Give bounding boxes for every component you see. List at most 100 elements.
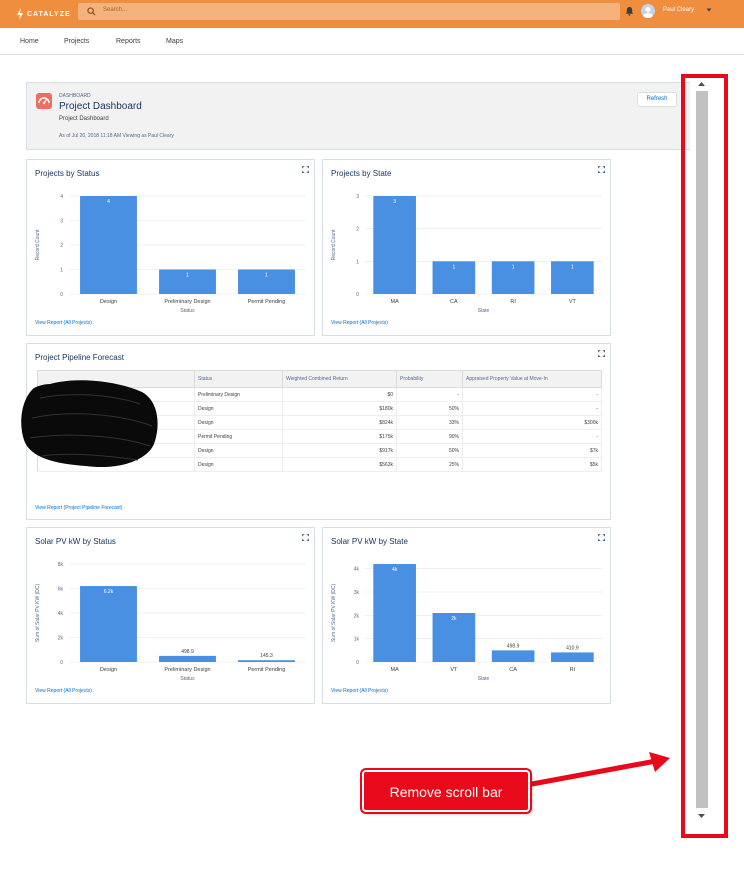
y-tick-label: 0 (356, 660, 359, 666)
y-tick-label: 6k (58, 587, 64, 593)
x-tick-label: CA (450, 299, 458, 305)
bell-icon[interactable] (625, 6, 634, 16)
annotation-callout: Remove scroll bar (362, 770, 530, 812)
page-title: Project Dashboard (59, 101, 142, 112)
x-tick-label: MA (391, 667, 400, 673)
dashboard-kicker: DASHBOARD (59, 93, 91, 99)
table-cell: Design (194, 415, 283, 430)
bar (80, 196, 137, 294)
card-projects-by-state: Projects by State 0 1 2 3 Record Count 3 MA 1 CA… (322, 159, 611, 336)
data-label: 1 (452, 264, 455, 270)
x-tick-label: RI (510, 299, 516, 305)
data-label: 2k (451, 616, 457, 622)
card-solar-by-status: Solar PV kW by Status 0 2k 4k 6k 8k Sum of So… (26, 527, 315, 704)
data-label: 1 (512, 264, 515, 270)
nav-bar: Home Projects Reports Maps (0, 28, 744, 55)
search-icon (87, 7, 96, 16)
bar (551, 652, 594, 662)
y-axis-label: Record Count (35, 229, 41, 260)
y-tick-label: 3k (354, 590, 360, 596)
data-label: 410.9 (566, 645, 579, 651)
scrollbar-highlight-box (681, 74, 728, 838)
user-name[interactable]: Paul Cleary (663, 7, 694, 13)
view-report-link[interactable]: View Report (All Projects) (35, 688, 92, 694)
user-avatar[interactable] (641, 4, 655, 18)
data-label: 1 (571, 264, 574, 270)
table-cell: $0 (282, 387, 397, 402)
expand-icon[interactable] (302, 166, 309, 173)
table-cell: Design (194, 443, 283, 458)
x-tick-label: Permit Pending (248, 299, 286, 305)
table-cell: $180k (282, 401, 397, 416)
y-tick-label: 0 (356, 292, 359, 298)
bar (80, 586, 137, 662)
table-cell: Design (194, 401, 283, 416)
y-tick-label: 3 (356, 194, 359, 200)
bar (159, 655, 216, 662)
view-report-link[interactable]: View Report (Project Pipeline Forecast) (35, 505, 122, 511)
y-tick-label: 2k (58, 636, 64, 642)
dashboard-icon (36, 93, 52, 109)
table-cell: Permit Pending (194, 429, 283, 444)
nav-home[interactable]: Home (20, 38, 39, 45)
x-tick-label: MA (391, 299, 400, 305)
column-header[interactable]: Weighted Combined Return (282, 370, 397, 388)
y-tick-label: 3 (60, 219, 63, 225)
as-of-timestamp: As of Jul 20, 2018 11:18 AM Viewing as P… (59, 133, 174, 139)
view-report-link[interactable]: View Report (All Projects) (331, 688, 388, 694)
expand-icon[interactable] (598, 350, 605, 357)
x-axis-label: Status (180, 308, 195, 314)
x-tick-label: Preliminary Design (164, 667, 210, 673)
global-search[interactable]: Search... (78, 3, 620, 20)
y-tick-label: 2 (60, 243, 63, 249)
data-label: 4k (392, 567, 398, 573)
data-label: 4 (107, 199, 110, 205)
x-tick-label: Preliminary Design (164, 299, 210, 305)
table-cell: $300k (462, 415, 602, 430)
y-tick-label: 1 (356, 259, 359, 265)
column-header[interactable]: Appraised Property Value at Move-In (462, 370, 602, 388)
table-cell: Preliminary Design (194, 387, 283, 402)
top-bar: CATALYZE Search... Paul Cleary (0, 0, 744, 28)
expand-icon[interactable] (598, 166, 605, 173)
data-label: 6.2k (104, 589, 114, 595)
y-tick-label: 4k (354, 567, 360, 573)
refresh-button[interactable]: Refresh (637, 92, 677, 107)
x-tick-label: Permit Pending (248, 667, 286, 673)
table-cell: 50% (396, 401, 463, 416)
table-cell: $175k (282, 429, 397, 444)
dashboard-header: DASHBOARD Project Dashboard Project Dash… (26, 82, 692, 150)
y-tick-label: 2 (356, 227, 359, 233)
bar (238, 660, 295, 662)
table-cell: Design (194, 457, 283, 472)
redaction-scribble (21, 380, 158, 468)
nav-reports[interactable]: Reports (116, 38, 141, 45)
table-cell: $7k (462, 443, 602, 458)
expand-icon[interactable] (598, 534, 605, 541)
view-report-link[interactable]: View Report (All Projects) (331, 320, 388, 326)
bar (491, 650, 535, 662)
x-tick-label: CA (509, 667, 517, 673)
y-tick-label: 0 (60, 292, 63, 298)
y-tick-label: 4k (58, 611, 64, 617)
brand-logo[interactable]: CATALYZE (16, 7, 71, 21)
y-axis-label: Sum of Solar PV KW (DC) (35, 584, 41, 643)
table-cell: 90% (396, 429, 463, 444)
x-tick-label: VT (450, 667, 458, 673)
nav-projects[interactable]: Projects (64, 38, 89, 45)
table-cell: - (462, 429, 602, 444)
card-title: Solar PV kW by State (331, 537, 408, 546)
view-report-link[interactable]: View Report (All Projects) (35, 320, 92, 326)
y-tick-label: 4 (60, 194, 63, 200)
data-label: 498.9 (181, 649, 194, 655)
y-axis-label: Record Count (331, 229, 337, 260)
column-header[interactable]: Status (194, 370, 283, 388)
nav-maps[interactable]: Maps (166, 38, 183, 45)
column-header[interactable]: Probability (396, 370, 463, 388)
chevron-down-icon[interactable] (706, 7, 712, 13)
x-axis-label: Status (180, 676, 195, 682)
expand-icon[interactable] (302, 534, 309, 541)
data-label: 1 (186, 273, 189, 279)
y-tick-label: 1 (60, 268, 63, 274)
y-axis-label: Sum of Solar PV KW (DC) (331, 584, 337, 643)
